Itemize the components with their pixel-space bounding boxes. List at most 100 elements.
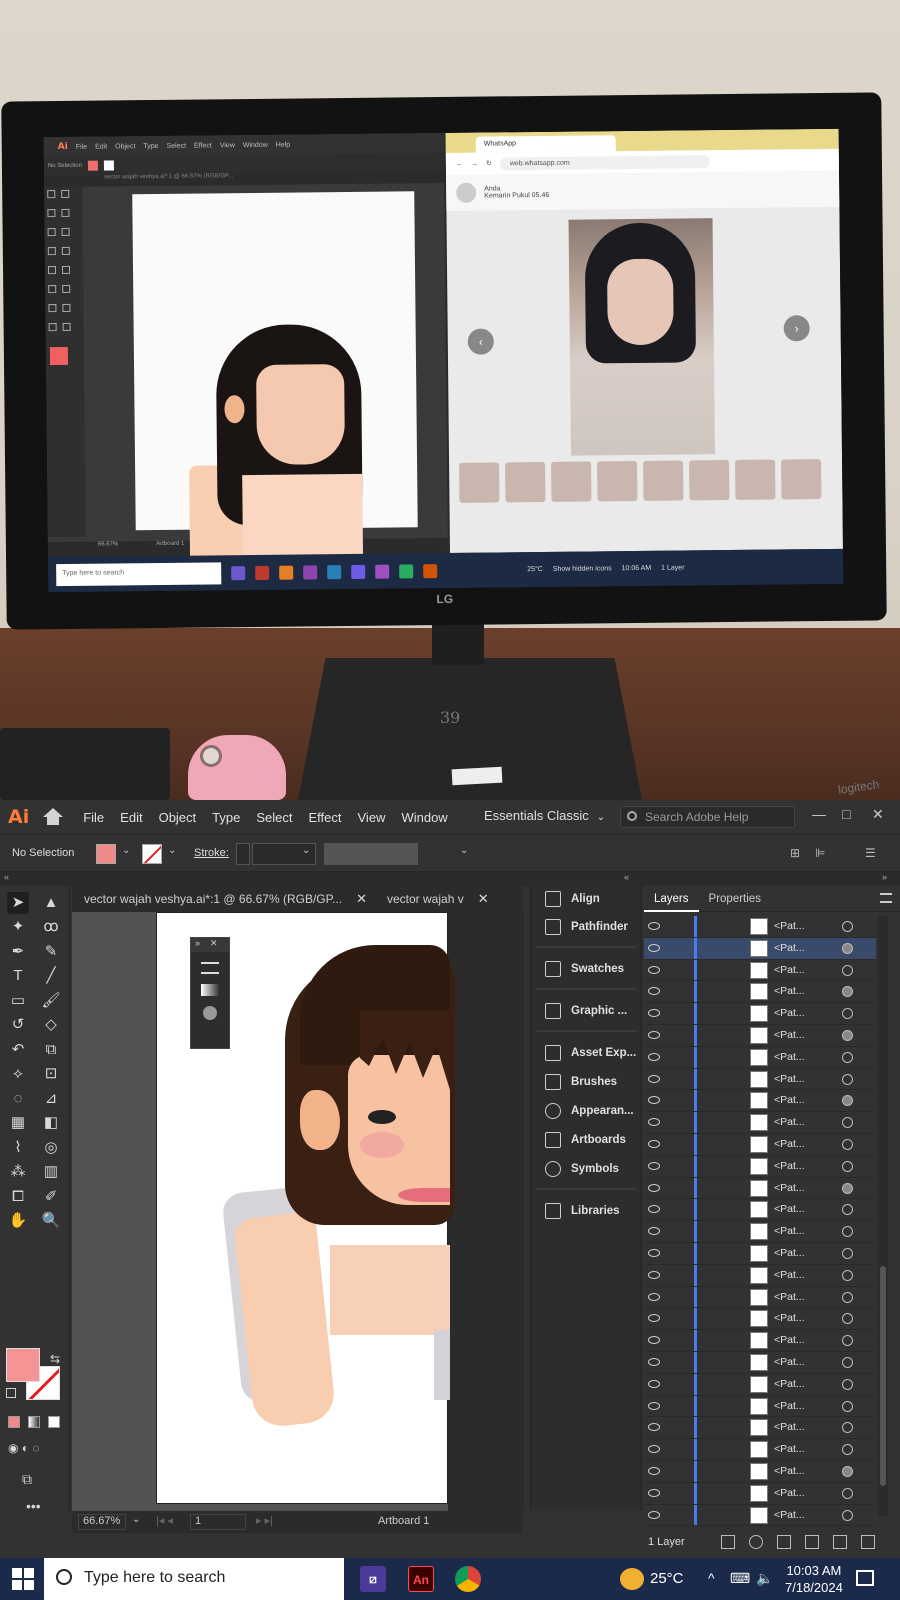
layer-name[interactable]: <Pat... xyxy=(774,1247,805,1259)
layer-row[interactable]: <Pat... xyxy=(644,1155,876,1178)
direct-selection-tool-icon[interactable]: ▲ xyxy=(40,892,62,914)
rectangle-tool-icon[interactable]: ▭ xyxy=(7,990,29,1012)
curvature-tool-icon[interactable]: ✎ xyxy=(40,941,62,963)
scale-tool-icon[interactable]: ⧉ xyxy=(40,1039,62,1061)
chevron-down-icon[interactable]: ⌄ xyxy=(302,845,310,856)
layer-row[interactable]: <Pat... xyxy=(644,1003,876,1025)
layer-row[interactable]: <Pat... xyxy=(644,1221,876,1243)
width-tool-icon[interactable]: ⟡ xyxy=(7,1063,29,1085)
layer-row[interactable]: <Pat... xyxy=(644,1133,876,1156)
layer-row[interactable]: <Pat... xyxy=(644,937,876,960)
layer-name[interactable]: <Pat... xyxy=(774,1487,805,1499)
eraser-icon[interactable]: ◇ xyxy=(40,1014,62,1036)
visibility-eye-icon[interactable] xyxy=(648,1030,660,1039)
close-button[interactable]: ✕ xyxy=(872,806,884,823)
windows-start-icon[interactable] xyxy=(12,1568,34,1590)
menu-window[interactable]: Window xyxy=(401,810,447,825)
menu-effect[interactable]: Effect xyxy=(308,810,341,825)
menu-type[interactable]: Type xyxy=(212,810,240,825)
transparency-icon[interactable] xyxy=(203,1006,217,1020)
magic-wand-icon[interactable]: ✦ xyxy=(7,916,29,938)
collapse-icon[interactable]: « xyxy=(4,872,9,882)
target-icon[interactable] xyxy=(842,1138,853,1150)
color-mode-icon[interactable] xyxy=(8,1416,20,1428)
type-tool-icon[interactable]: T xyxy=(7,965,29,987)
chevron-down-icon[interactable]: ⌄ xyxy=(132,1514,140,1525)
layer-name[interactable]: <Pat... xyxy=(774,1203,805,1215)
stroke-color-swatch[interactable] xyxy=(142,844,162,864)
default-colors-icon[interactable] xyxy=(6,1388,16,1398)
layer-row[interactable]: <Pat... xyxy=(644,1482,876,1505)
layer-name[interactable]: <Pat... xyxy=(774,1225,805,1237)
volume-icon[interactable]: 🔈 xyxy=(756,1570,773,1587)
layer-name[interactable]: <Pat... xyxy=(774,1356,805,1368)
layer-name[interactable]: <Pat... xyxy=(774,1421,805,1433)
target-icon[interactable] xyxy=(842,1269,853,1281)
chevron-down-icon[interactable]: ⌄ xyxy=(460,845,468,856)
dock-brushes[interactable]: Brushes xyxy=(531,1069,643,1095)
target-icon[interactable] xyxy=(842,1226,853,1238)
dock-pathfinder[interactable]: Pathfinder xyxy=(531,914,643,940)
target-icon[interactable] xyxy=(842,1335,853,1347)
tab-properties[interactable]: Properties xyxy=(699,893,771,905)
collapse-icon[interactable]: « xyxy=(624,872,629,882)
layer-row[interactable]: <Pat... xyxy=(644,1068,876,1091)
chevron-down-icon[interactable]: ⌄ xyxy=(122,845,130,856)
target-icon[interactable] xyxy=(842,964,853,976)
layer-name[interactable]: <Pat... xyxy=(774,1509,805,1521)
visibility-eye-icon[interactable] xyxy=(648,1401,660,1410)
visibility-eye-icon[interactable] xyxy=(648,1227,660,1236)
dock-appearance[interactable]: Appearan... xyxy=(531,1098,643,1124)
graph-tool-icon[interactable]: ▥ xyxy=(40,1161,62,1183)
visibility-eye-icon[interactable] xyxy=(648,1161,660,1170)
paintbrush-icon[interactable]: 🖌 xyxy=(40,990,62,1012)
target-icon[interactable] xyxy=(842,1029,853,1041)
menu-object[interactable]: Object xyxy=(159,810,197,825)
layer-name[interactable]: <Pat... xyxy=(774,1029,805,1041)
line-tool-icon[interactable]: ╱ xyxy=(40,965,62,987)
mesh-tool-icon[interactable]: ▦ xyxy=(7,1112,29,1134)
hand-tool-icon[interactable]: ✋ xyxy=(7,1210,29,1232)
visibility-eye-icon[interactable] xyxy=(648,1183,660,1192)
tab-layers[interactable]: Layers xyxy=(644,886,699,912)
layer-row[interactable]: <Pat... xyxy=(644,1351,876,1374)
target-icon[interactable] xyxy=(842,1313,853,1325)
stroke-stepper[interactable] xyxy=(236,843,250,865)
visibility-eye-icon[interactable] xyxy=(648,965,660,974)
arrange-icon[interactable]: ⊞ xyxy=(790,846,800,860)
target-icon[interactable] xyxy=(842,1073,853,1085)
layer-name[interactable]: <Pat... xyxy=(774,1116,805,1128)
panel-menu-icon[interactable] xyxy=(880,893,892,903)
visibility-eye-icon[interactable] xyxy=(648,1423,660,1432)
taskbar-search[interactable]: Type here to search xyxy=(44,1558,344,1600)
target-icon[interactable] xyxy=(842,1051,853,1063)
layer-row[interactable]: <Pat... xyxy=(644,1504,876,1527)
visibility-eye-icon[interactable] xyxy=(648,1270,660,1279)
layer-name[interactable]: <Pat... xyxy=(774,1269,805,1281)
expand-icon[interactable]: » xyxy=(882,872,887,882)
network-icon[interactable]: ⌨ xyxy=(730,1570,750,1587)
layer-name[interactable]: <Pat... xyxy=(774,1160,805,1172)
perspective-grid-icon[interactable]: ⊿ xyxy=(40,1088,62,1110)
dock-graphic-styles[interactable]: Graphic ... xyxy=(531,998,643,1024)
pen-tool-icon[interactable]: ✒ xyxy=(7,941,29,963)
menu-select[interactable]: Select xyxy=(256,810,292,825)
layer-name[interactable]: <Pat... xyxy=(774,985,805,997)
visibility-eye-icon[interactable] xyxy=(648,1118,660,1127)
layer-row[interactable]: <Pat... xyxy=(644,1308,876,1331)
visibility-eye-icon[interactable] xyxy=(648,1052,660,1061)
layer-row[interactable]: <Pat... xyxy=(644,1460,876,1483)
target-icon[interactable] xyxy=(842,986,853,998)
layer-name[interactable]: <Pat... xyxy=(774,1443,805,1455)
gradient-tool-icon[interactable]: ◧ xyxy=(40,1112,62,1134)
help-search-input[interactable]: Search Adobe Help xyxy=(620,806,795,828)
rotate-tool-icon[interactable]: ↶ xyxy=(7,1039,29,1061)
gradient-mode-icon[interactable] xyxy=(28,1416,40,1428)
visibility-eye-icon[interactable] xyxy=(648,1379,660,1388)
close-tab-icon[interactable]: ✕ xyxy=(356,891,367,907)
clipping-mask-icon[interactable] xyxy=(776,1535,791,1549)
chevron-down-icon[interactable]: ⌄ xyxy=(168,845,176,856)
visibility-eye-icon[interactable] xyxy=(648,1009,660,1018)
fill-color-swatch[interactable] xyxy=(96,844,116,864)
taskbar-temperature[interactable]: 25°C xyxy=(650,1570,684,1587)
